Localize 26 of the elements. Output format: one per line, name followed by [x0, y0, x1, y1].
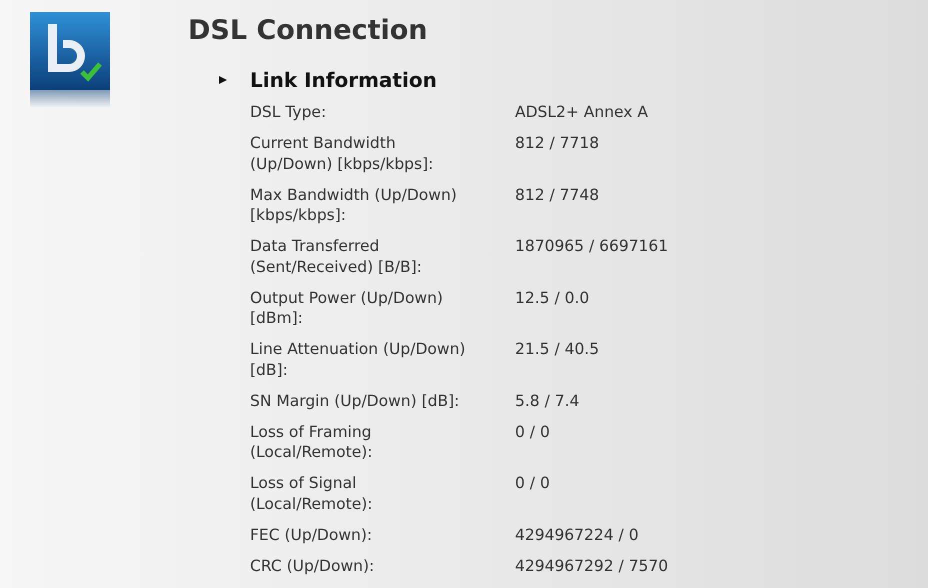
field-label: Loss of Signal (Local/Remote):	[250, 473, 374, 514]
field-value: ADSL2+ Annex A	[515, 102, 648, 122]
field-value: 4294967292 / 7570	[515, 556, 668, 576]
field-label: Output Power (Up/Down) [dBm]:	[250, 288, 444, 328]
logo-icon	[30, 12, 110, 108]
field-label: Data Transferred (Sent/Received) [B/B]:	[250, 236, 423, 277]
field-label: SN Margin (Up/Down) [dB]:	[250, 390, 460, 411]
field-label: CRC (Up/Down):	[250, 556, 376, 576]
field-value: 812 / 7718	[515, 133, 600, 154]
section-title: Link Information	[250, 68, 437, 92]
field-value: 4294967224 / 0	[515, 524, 639, 545]
field-label: FEC (Up/Down):	[250, 524, 374, 545]
field-value: 812 / 7748	[515, 184, 600, 206]
field-value: 5.8 / 7.4	[515, 390, 580, 411]
field-label: Max Bandwidth (Up/Down) [kbps/kbps]:	[250, 184, 458, 226]
field-label: Line Attenuation (Up/Down) [dB]:	[250, 339, 466, 380]
field-label: DSL Type:	[250, 102, 328, 122]
field-label: Current Bandwidth (Up/Down) [kbps/kbps]:	[250, 133, 434, 174]
field-value: 0 / 0	[515, 473, 550, 494]
field-value: 12.5 / 0.0	[515, 288, 590, 308]
field-value: 21.5 / 40.5	[515, 339, 600, 360]
field-label: Loss of Framing (Local/Remote):	[250, 422, 374, 462]
field-value: 0 / 0	[515, 422, 550, 442]
expand-arrow-icon[interactable]	[218, 75, 228, 85]
field-value: 1870965 / 6697161	[515, 236, 668, 257]
page-title: DSL Connection	[188, 14, 429, 48]
